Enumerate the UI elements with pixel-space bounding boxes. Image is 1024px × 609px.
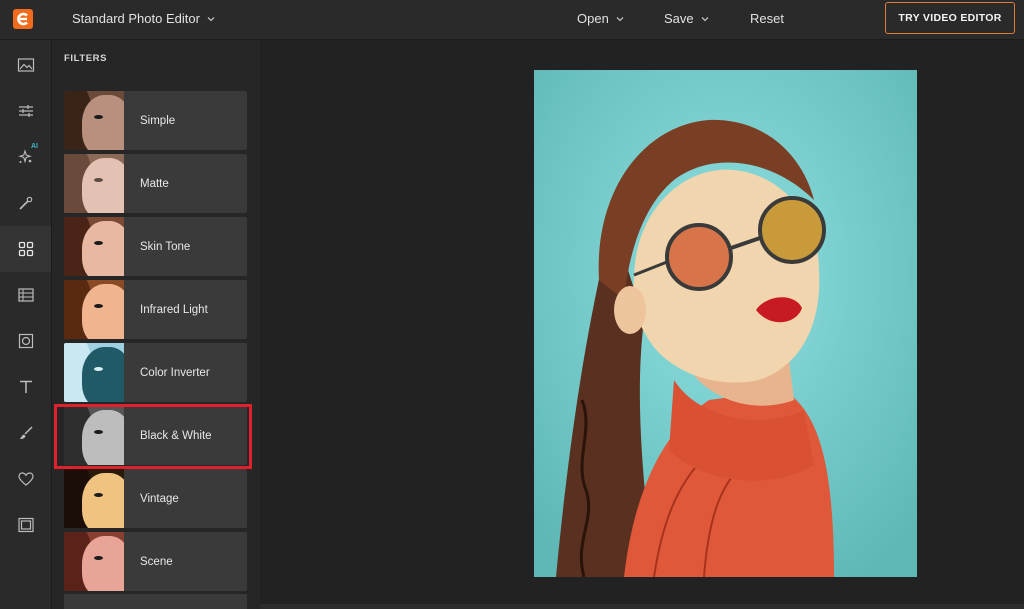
filter-matte[interactable]: Matte [64,154,247,213]
filter-black-white[interactable]: Black & White [64,406,247,465]
next-filter-partial[interactable] [64,594,247,609]
editor-mode-dropdown[interactable]: Standard Photo Editor [72,11,216,26]
filter-label: Matte [140,177,169,190]
chevron-down-icon [207,16,215,21]
filter-thumbnail [64,154,124,213]
sliders-icon [18,105,33,117]
save-menu-label: Save [664,11,694,26]
filter-label: Vintage [140,492,179,505]
tool-retouch[interactable] [0,180,51,226]
magic-wand-icon [18,196,32,210]
filter-skin-tone[interactable]: Skin Tone [64,217,247,276]
filter-label: Scene [140,555,173,568]
ai-badge: AI [31,143,38,150]
filter-infrared-light[interactable]: Infrared Light [64,280,247,339]
filter-label: Color Inverter [140,366,210,379]
filter-label: Infrared Light [140,303,208,316]
ai-sparkle-icon [17,149,32,164]
filter-thumbnail [64,532,124,591]
tool-text[interactable] [0,364,51,410]
tool-ai[interactable]: AI [0,134,51,180]
tool-borders[interactable] [0,502,51,548]
try-video-editor-button[interactable]: TRY VIDEO EDITOR [885,2,1015,34]
filters-panel: FILTERS Simple Matte Skin Tone Infrared … [52,40,260,609]
filter-simple[interactable]: Simple [64,91,247,150]
panel-title: FILTERS [64,53,108,64]
text-icon [19,380,32,393]
reset-button[interactable]: Reset [750,11,784,26]
filter-color-inverter[interactable]: Color Inverter [64,343,247,402]
filter-scene[interactable]: Scene [64,532,247,591]
border-icon [17,517,34,533]
tool-sidebar: AI [0,40,52,609]
tool-frames[interactable] [0,318,51,364]
filter-thumbnail [64,217,124,276]
tool-textures[interactable] [0,272,51,318]
tool-adjust[interactable] [0,88,51,134]
filters-grid-icon [18,241,33,257]
tool-draw[interactable] [0,410,51,456]
open-menu-label: Open [577,11,609,26]
filter-label: Simple [140,114,176,127]
portrait-illustration [534,70,917,577]
filter-thumbnail [64,91,124,150]
tool-image[interactable] [0,42,51,88]
app-logo-icon[interactable] [13,9,33,29]
filter-label: Black & White [140,429,212,442]
image-icon [17,58,34,72]
chevron-down-icon [616,16,624,21]
heart-icon [17,472,34,486]
frame-icon [18,333,33,349]
filter-thumbnail [64,343,124,402]
filter-label: Skin Tone [140,240,191,253]
reset-label: Reset [750,11,784,26]
edited-photo[interactable] [534,70,917,577]
tool-filters[interactable] [0,226,51,272]
canvas-scrollbar[interactable] [260,604,1024,609]
filter-thumbnail [64,406,124,465]
editor-mode-label: Standard Photo Editor [72,11,200,26]
filter-thumbnail [64,280,124,339]
save-menu[interactable]: Save [664,11,710,26]
filter-vintage[interactable]: Vintage [64,469,247,528]
open-menu[interactable]: Open [577,11,625,26]
tool-stickers[interactable] [0,456,51,502]
top-bar: Standard Photo Editor Open Save Reset TR… [0,0,1024,40]
filter-thumbnail [64,469,124,528]
texture-icon [17,288,34,302]
chevron-down-icon [701,16,709,21]
brush-icon [19,426,33,439]
editor-canvas[interactable] [260,40,1024,609]
